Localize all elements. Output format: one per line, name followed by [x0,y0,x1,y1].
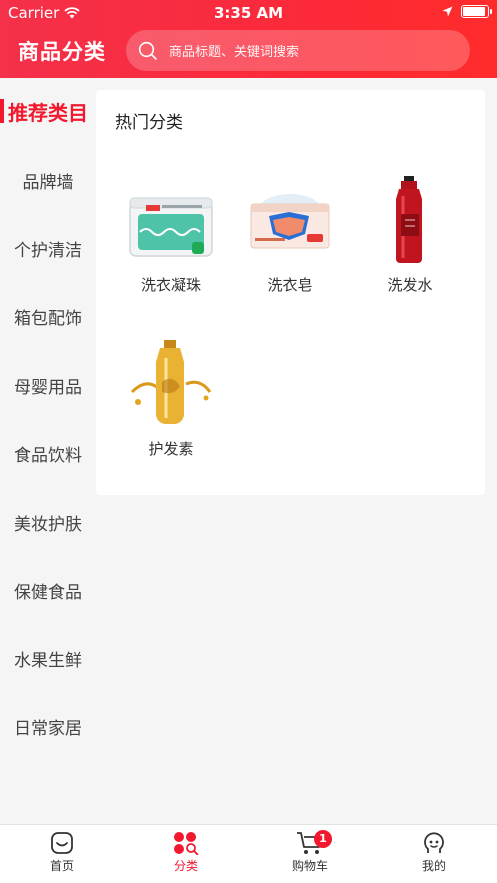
sidebar-item-food-drinks[interactable]: 食品饮料 [0,433,96,473]
product-name: 洗衣皂 [267,276,313,294]
sidebar-item-bags-accessories[interactable]: 箱包配饰 [0,296,96,336]
sidebar-item-mother-baby[interactable]: 母婴用品 [0,365,96,405]
status-bar: Carrier 3:35 AM [0,0,497,26]
hair-oil-image [130,340,212,424]
sidebar-item-recommended[interactable]: 推荐类目 [0,91,96,131]
product-name: 护发素 [148,440,194,458]
header: Carrier 3:35 AM 商品分类 商品标题、关键词搜索 [0,0,497,78]
product-hair-conditioner[interactable]: 护发素 [111,338,231,459]
hot-categories-card: 热门分类 洗衣凝珠 洗衣皂 洗发水 护发素 [96,90,485,495]
search-input[interactable]: 商品标题、关键词搜索 [126,30,470,71]
category-icon [174,832,199,855]
sidebar-item-home-living[interactable]: 日常家居 [0,706,96,746]
sidebar-item-brand-wall[interactable]: 品牌墙 [0,160,96,200]
tab-home[interactable]: 首页 [0,825,124,883]
status-time: 3:35 AM [213,4,284,22]
location-arrow-icon [442,6,453,17]
laundry-pods-image [129,197,213,257]
product-name: 洗发水 [387,276,433,294]
sidebar-item-health-food[interactable]: 保健食品 [0,570,96,610]
cart-count-badge: 1 [314,830,332,848]
laundry-soap-image [250,194,330,249]
home-icon [51,832,73,854]
page-title: 商品分类 [18,40,106,64]
profile-icon [424,832,444,853]
search-placeholder: 商品标题、关键词搜索 [169,45,300,60]
product-name: 洗衣凝珠 [140,276,201,294]
tab-cart[interactable]: 1 购物车 [248,825,372,883]
battery-icon [461,5,492,18]
search-icon [138,41,157,60]
sidebar-item-personal-care[interactable]: 个护清洁 [0,228,96,268]
tab-category[interactable]: 分类 [124,825,248,883]
bottom-tab-bar: 首页 分类 1 购物车 我的 [0,824,497,883]
shampoo-bottle-image [396,176,422,263]
category-sidebar: 推荐类目 品牌墙 个护清洁 箱包配饰 母婴用品 食品饮料 美妆护肤 保健食品 水… [0,78,96,824]
product-laundry-soap[interactable]: 洗衣皂 [230,174,350,295]
section-title: 热门分类 [115,113,183,133]
sidebar-item-beauty-skincare[interactable]: 美妆护肤 [0,502,96,542]
product-laundry-pods[interactable]: 洗衣凝珠 [111,174,231,295]
product-shampoo[interactable]: 洗发水 [350,174,470,295]
sidebar-item-fresh-produce[interactable]: 水果生鲜 [0,638,96,678]
tab-profile[interactable]: 我的 [372,825,496,883]
